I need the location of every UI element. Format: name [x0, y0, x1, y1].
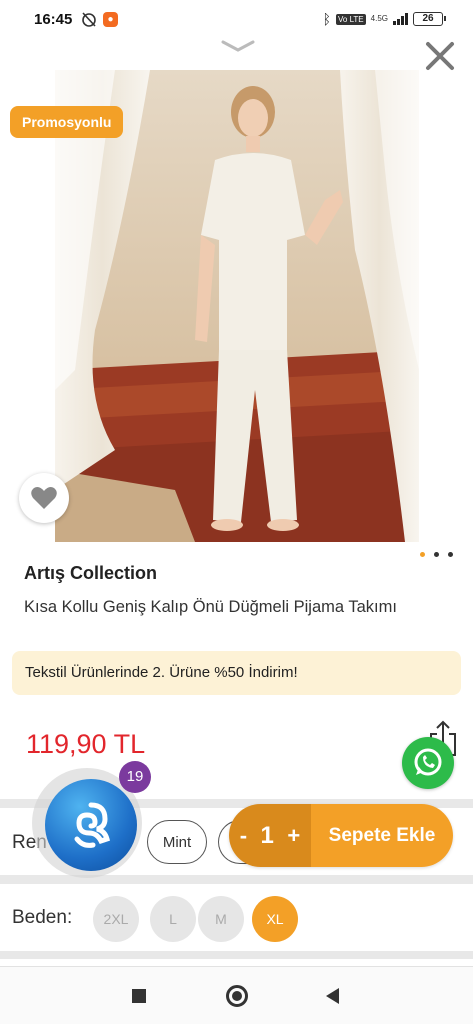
heart-icon: [31, 487, 57, 509]
size-option-l[interactable]: L: [150, 896, 196, 942]
size-option-m[interactable]: M: [198, 896, 244, 942]
increase-button[interactable]: +: [287, 823, 300, 849]
product-photo: [55, 70, 419, 542]
network-type: 4.5G: [370, 14, 388, 23]
color-option-mint[interactable]: Mint: [147, 820, 207, 864]
pagination-dot: [434, 552, 439, 557]
system-nav-bar: [0, 966, 473, 1024]
section-divider: [0, 875, 473, 884]
app-notification-icon: ●: [103, 12, 118, 27]
chevron-down-icon[interactable]: [220, 38, 256, 54]
section-divider: [0, 951, 473, 959]
size-option-xl[interactable]: XL: [252, 896, 298, 942]
chat-assistant-icon: [74, 802, 110, 848]
decrease-button[interactable]: -: [240, 823, 247, 849]
chat-unread-badge: 19: [119, 761, 151, 793]
signal-icon: [393, 13, 408, 25]
add-to-cart-button[interactable]: Sepete Ekle: [311, 804, 453, 867]
quantity-value: 1: [260, 821, 274, 849]
cart-bar: - 1 + Sepete Ekle: [229, 804, 453, 867]
product-image[interactable]: [55, 70, 419, 542]
whatsapp-button[interactable]: [402, 737, 454, 789]
campaign-banner[interactable]: Tekstil Ürünlerinde 2. Ürüne %50 İndirim…: [12, 651, 461, 695]
brand-name[interactable]: Artış Collection: [24, 563, 157, 584]
home-button[interactable]: [226, 985, 248, 1007]
close-icon[interactable]: [420, 36, 460, 76]
bluetooth-icon: ᛒ: [322, 11, 331, 27]
promo-badge: Promosyonlu: [10, 106, 124, 138]
size-label: Beden:: [12, 907, 73, 928]
favorite-button[interactable]: [19, 473, 69, 523]
product-title: Kısa Kollu Geniş Kalıp Önü Düğmeli Pijam…: [24, 598, 397, 616]
image-pagination: [420, 552, 453, 557]
battery-icon: 26: [413, 12, 446, 26]
whatsapp-icon: [414, 748, 442, 776]
alarm-off-icon: [82, 12, 96, 27]
status-indicators: ᛒ Vo LTE 4.5G 26: [322, 11, 446, 27]
product-price: 119,90 TL: [26, 729, 146, 759]
back-button[interactable]: [326, 988, 339, 1004]
status-bar: 16:45 ● ᛒ Vo LTE 4.5G 26: [0, 0, 473, 40]
volte-badge: Vo LTE: [336, 13, 366, 25]
status-time: 16:45: [34, 11, 73, 28]
recent-apps-button[interactable]: [132, 989, 146, 1003]
quantity-stepper: - 1 +: [229, 804, 311, 867]
pagination-dot: [448, 552, 453, 557]
pagination-dot-active: [420, 552, 425, 557]
chat-assistant-button[interactable]: [45, 779, 137, 871]
size-option-2xl[interactable]: 2XL: [93, 896, 139, 942]
